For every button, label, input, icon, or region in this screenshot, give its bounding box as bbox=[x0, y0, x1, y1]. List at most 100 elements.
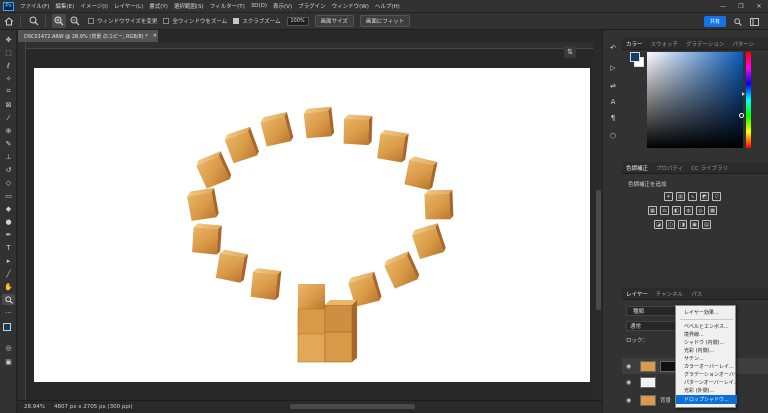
tab-patterns[interactable]: パターン bbox=[728, 40, 758, 48]
tab-layers[interactable]: レイヤー bbox=[622, 290, 652, 298]
tab-adjustments[interactable]: 色調補正 bbox=[622, 164, 652, 172]
color-picker-field[interactable] bbox=[647, 52, 743, 148]
foreground-color-swatch[interactable] bbox=[3, 323, 11, 331]
lasso-tool-icon[interactable]: ℓ bbox=[2, 60, 15, 71]
hand-tool-icon[interactable]: ✋ bbox=[2, 281, 15, 292]
resize-windows-checkbox[interactable] bbox=[88, 18, 94, 24]
zoom-readout[interactable]: 28.94% bbox=[24, 404, 54, 410]
close-icon[interactable]: ✕ bbox=[750, 0, 768, 12]
exposure-icon[interactable]: ◩ bbox=[700, 192, 709, 201]
color-picker-handle[interactable] bbox=[739, 113, 744, 118]
zoom-out-icon[interactable] bbox=[68, 14, 82, 28]
levels-icon[interactable]: ▥ bbox=[676, 192, 685, 201]
quick-select-tool-icon[interactable]: ✧ bbox=[2, 73, 15, 84]
image-canvas[interactable] bbox=[34, 68, 590, 382]
menu-filter[interactable]: フィルター(T) bbox=[210, 2, 245, 10]
workspace-icon[interactable] bbox=[749, 16, 760, 27]
tab-cc-libraries[interactable]: CC ライブラリ bbox=[687, 164, 732, 172]
hue-slider-handle[interactable] bbox=[742, 92, 745, 96]
photoshop-logo[interactable]: Ps bbox=[3, 1, 14, 11]
menu-type[interactable]: 書式(Y) bbox=[149, 2, 168, 10]
menu-file[interactable]: ファイル(F) bbox=[20, 2, 49, 10]
visibility-eye-icon[interactable]: ◉ bbox=[626, 363, 636, 370]
visibility-eye-icon[interactable]: ◉ bbox=[626, 397, 636, 404]
photo-filter-icon[interactable]: ◍ bbox=[684, 206, 693, 215]
document-info[interactable]: 4807 px x 2705 px (300 ppi) bbox=[54, 404, 133, 410]
pen-tool-icon[interactable]: ✒ bbox=[2, 229, 15, 240]
fill-screen-button[interactable]: 画面にフィット bbox=[359, 15, 411, 27]
home-icon[interactable] bbox=[2, 14, 16, 28]
menu-select[interactable]: 選択範囲(S) bbox=[174, 2, 204, 10]
menu-window[interactable]: ウィンドウ(W) bbox=[332, 2, 369, 10]
layer-name[interactable]: 背景 bbox=[660, 396, 671, 404]
channel-mixer-icon[interactable]: ◎ bbox=[696, 206, 705, 215]
properties-toggle-icon[interactable]: ⇅ bbox=[564, 46, 576, 58]
crop-tool-icon[interactable]: ⌗ bbox=[2, 86, 15, 97]
path-select-tool-icon[interactable]: ▸ bbox=[2, 255, 15, 266]
tab-gradients[interactable]: グラデーション bbox=[682, 40, 728, 48]
zoom-all-checkbox[interactable] bbox=[163, 18, 170, 24]
posterize-icon[interactable]: ◫ bbox=[666, 220, 675, 229]
tab-channels[interactable]: チャンネル bbox=[652, 290, 687, 298]
zoom-value-field[interactable]: 100% bbox=[286, 16, 309, 26]
tab-paths[interactable]: パス bbox=[687, 290, 706, 298]
character-icon[interactable]: A bbox=[607, 96, 619, 108]
menu-view[interactable]: 表示(V) bbox=[273, 2, 292, 10]
quick-mask-icon[interactable]: ◎ bbox=[2, 342, 15, 353]
vertical-scrollbar-thumb[interactable] bbox=[596, 190, 601, 310]
fit-screen-button[interactable]: 画面サイズ bbox=[314, 15, 354, 27]
menu-item-drop-shadow[interactable]: ドロップシャドウ... bbox=[676, 395, 737, 404]
type-tool-icon[interactable]: T bbox=[2, 242, 15, 253]
color-balance-icon[interactable]: ⚖ bbox=[660, 206, 669, 215]
threshold-icon[interactable]: ◨ bbox=[678, 220, 687, 229]
eyedropper-tool-icon[interactable]: ⁄ bbox=[2, 112, 15, 123]
tab-color[interactable]: カラー bbox=[622, 40, 647, 48]
stamp-tool-icon[interactable]: ⊥ bbox=[2, 151, 15, 162]
gradient-map-icon[interactable]: ▤ bbox=[702, 220, 711, 229]
menu-item-blending-options[interactable]: レイヤー効果... bbox=[676, 308, 737, 317]
actions-icon[interactable]: ▷ bbox=[607, 62, 619, 74]
color-lookup-icon[interactable]: ▩ bbox=[708, 206, 717, 215]
share-button[interactable]: 共有 bbox=[704, 16, 726, 27]
search-icon[interactable] bbox=[732, 16, 743, 27]
curves-icon[interactable]: ∿ bbox=[688, 192, 697, 201]
zoom-in-icon[interactable] bbox=[52, 14, 66, 28]
blend-mode-select[interactable]: 通常 bbox=[626, 321, 676, 331]
black-white-icon[interactable]: ◧ bbox=[672, 206, 681, 215]
blur-tool-icon[interactable]: ◆ bbox=[2, 203, 15, 214]
vibrance-icon[interactable]: ▽ bbox=[712, 192, 721, 201]
layer-mask-thumbnail[interactable] bbox=[660, 360, 676, 372]
tab-properties[interactable]: プロパティ bbox=[652, 164, 687, 172]
menu-edit[interactable]: 編集(E) bbox=[55, 2, 74, 10]
menu-layer[interactable]: レイヤー(L) bbox=[114, 2, 143, 10]
hue-slider[interactable] bbox=[746, 52, 751, 148]
more-tools-icon[interactable]: ··· bbox=[2, 307, 15, 318]
menu-item-outer-glow[interactable]: 光彩 (外側)... bbox=[676, 386, 737, 395]
adjustments-sliders-icon[interactable]: ⇌ bbox=[607, 80, 619, 92]
line-tool-icon[interactable]: ╱ bbox=[2, 268, 15, 279]
marquee-tool-icon[interactable]: ⬚ bbox=[2, 47, 15, 58]
close-tab-icon[interactable]: ✕ bbox=[153, 33, 157, 39]
zoom-tool-icon[interactable] bbox=[27, 14, 41, 28]
restore-icon[interactable]: ❐ bbox=[732, 0, 750, 12]
selective-color-icon[interactable]: ▣ bbox=[690, 220, 699, 229]
screen-mode-icon[interactable]: ▣ bbox=[2, 356, 15, 367]
3d-cube-icon[interactable]: ⬡ bbox=[607, 130, 619, 142]
hue-saturation-icon[interactable]: ▦ bbox=[648, 206, 657, 215]
visibility-eye-icon[interactable]: ◉ bbox=[626, 379, 636, 386]
document-tab[interactable]: DSC01472.ARW @ 28.9% (背景 のコピー, RGB/8) * … bbox=[18, 30, 158, 42]
brightness-icon[interactable]: ☀ bbox=[664, 192, 673, 201]
layer-filter-select[interactable]: 種類 bbox=[626, 306, 676, 316]
healing-brush-tool-icon[interactable]: ⊕ bbox=[2, 125, 15, 136]
gradient-tool-icon[interactable]: ▭ bbox=[2, 190, 15, 201]
brush-tool-icon[interactable]: ✎ bbox=[2, 138, 15, 149]
move-tool-icon[interactable]: ✥ bbox=[2, 34, 15, 45]
menu-help[interactable]: ヘルプ(H) bbox=[375, 2, 400, 10]
history-brush-tool-icon[interactable]: ↺ bbox=[2, 164, 15, 175]
invert-icon[interactable]: ◪ bbox=[654, 220, 663, 229]
minimize-icon[interactable]: — bbox=[714, 0, 732, 12]
zoom-tool-icon[interactable] bbox=[2, 294, 15, 305]
menu-plugins[interactable]: プラグイン bbox=[298, 2, 326, 10]
frame-tool-icon[interactable]: ⊠ bbox=[2, 99, 15, 110]
dodge-tool-icon[interactable]: ● bbox=[2, 216, 15, 227]
